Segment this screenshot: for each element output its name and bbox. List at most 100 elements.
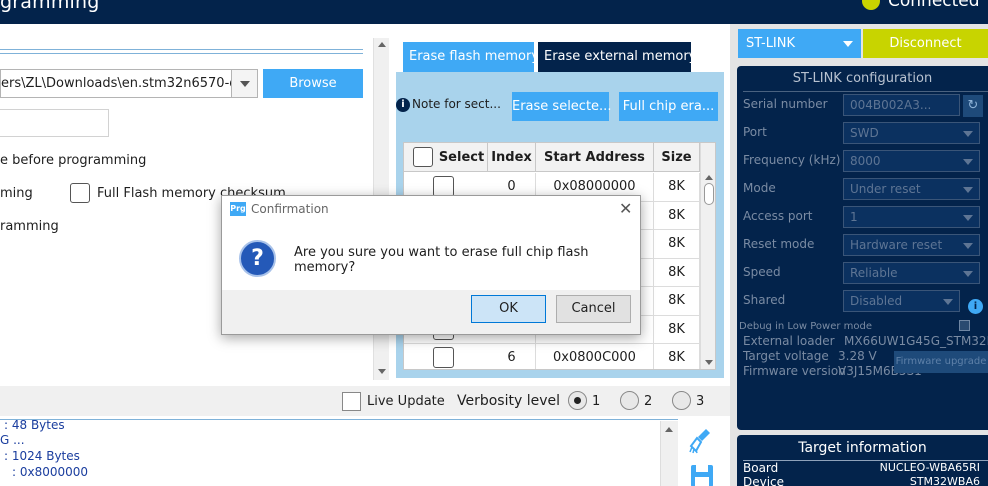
title-bar: gramming Connected <box>0 0 988 24</box>
config-field-label: Port <box>743 125 767 139</box>
table-header: Select Index Start Address Size <box>404 143 715 172</box>
config-field-label: Mode <box>743 181 776 195</box>
divider <box>0 53 363 54</box>
config-field-select[interactable]: Disabled <box>843 290 960 312</box>
connection-status: Connected <box>888 0 980 11</box>
index-cell: 6 <box>488 344 536 369</box>
info-icon[interactable]: i <box>968 299 983 314</box>
erase-selected-button[interactable]: Erase selecte... <box>512 92 611 121</box>
full-checksum-checkbox[interactable] <box>70 183 90 203</box>
size-cell: 8K <box>654 258 700 287</box>
scroll-up-icon[interactable] <box>378 42 386 47</box>
probe-select[interactable]: ST-LINK <box>738 29 861 58</box>
column-header: Index <box>488 143 536 172</box>
question-icon: ? <box>239 240 276 277</box>
debug-low-power-label: Debug in Low Power mode <box>739 321 873 332</box>
verbosity-radio-1[interactable] <box>568 391 587 410</box>
divider <box>743 91 988 92</box>
firmware-version-label: Firmware version <box>743 364 846 378</box>
disconnect-button[interactable]: Disconnect <box>863 29 988 58</box>
scroll-down-icon[interactable] <box>705 360 713 365</box>
target-voltage-label: Target voltage <box>743 349 829 363</box>
verbosity-radio-2[interactable] <box>620 391 639 410</box>
config-field-select[interactable]: 004B002A3... <box>843 94 960 116</box>
cancel-button[interactable]: Cancel <box>556 295 631 323</box>
device-label: Device <box>743 475 785 486</box>
config-field-select[interactable]: SWD <box>843 122 980 144</box>
config-field-value: SWD <box>850 126 879 140</box>
clear-log-icon[interactable] <box>688 426 716 454</box>
table-scrollbar[interactable] <box>700 143 715 369</box>
live-update-checkbox[interactable] <box>342 392 361 411</box>
board-label: Board <box>743 461 779 475</box>
chevron-down-icon[interactable] <box>231 70 257 97</box>
config-field-select[interactable]: 8000 <box>843 150 980 172</box>
full-chip-erase-button[interactable]: Full chip era... <box>619 92 718 121</box>
chevron-down-icon <box>963 131 973 137</box>
config-field-select[interactable]: Reliable <box>843 262 980 284</box>
chevron-down-icon <box>843 41 853 47</box>
file-path-combo[interactable]: ers\ZL\Downloads\en.stm32n6570-dk- <box>0 69 258 98</box>
dialog-title-bar: Prg Confirmation ✕ <box>222 196 640 222</box>
target-voltage-value: 3.28 V <box>838 349 877 363</box>
verbosity-radio-label: 2 <box>644 394 653 409</box>
sector-note: Note for sect... <box>412 97 501 111</box>
column-header: Select <box>436 143 488 172</box>
file-path-value: ers\ZL\Downloads\en.stm32n6570-dk- <box>1 76 250 91</box>
page-title: gramming <box>0 0 100 13</box>
config-field-select[interactable]: Under reset <box>843 178 980 200</box>
board-value: NUCLEO-WBA65RI <box>879 461 980 474</box>
connection-status-icon <box>862 0 880 10</box>
column-header: Start Address <box>536 143 654 172</box>
config-field-label: Speed <box>743 265 781 279</box>
config-field-select[interactable]: 1 <box>843 206 980 228</box>
config-field-value: Hardware reset <box>850 238 943 252</box>
confirmation-dialog: Prg Confirmation ✕ ? Are you sure you wa… <box>221 195 641 335</box>
address-cell: 0x0800C000 <box>536 344 654 369</box>
debug-low-power-checkbox[interactable] <box>959 320 970 331</box>
verbosity-radio-3[interactable] <box>672 391 691 410</box>
config-field-select[interactable]: Hardware reset <box>843 234 980 256</box>
config-field-value: Under reset <box>850 182 921 196</box>
log-controls: Live Update Verbosity level 1 2 3 <box>0 386 730 416</box>
info-icon[interactable]: i <box>396 98 410 112</box>
start-address-input[interactable] <box>0 109 109 137</box>
log-console[interactable]: : 48 Bytes G ... : 1024 Bytes : 0x800000… <box>0 418 678 486</box>
scroll-down-icon[interactable] <box>378 369 386 374</box>
config-title: ST-LINK configuration <box>792 71 933 86</box>
close-icon[interactable]: ✕ <box>619 199 632 218</box>
chevron-down-icon <box>963 271 973 277</box>
chevron-down-icon <box>963 187 973 193</box>
scroll-up-icon[interactable] <box>665 427 673 432</box>
save-log-icon[interactable] <box>688 462 716 486</box>
verbosity-radio-label: 1 <box>592 394 601 409</box>
external-loader-value: MX66UW1G45G_STM32N... <box>844 334 988 348</box>
size-cell: 8K <box>654 230 700 258</box>
tab-erase-flash[interactable]: Erase flash memory <box>403 42 539 72</box>
config-field-value: 1 <box>850 210 858 224</box>
tab-erase-external[interactable]: Erase external memory <box>538 42 696 72</box>
row-select-checkbox[interactable] <box>433 176 454 197</box>
chevron-down-icon <box>963 215 973 221</box>
log-scrollbar[interactable] <box>660 421 678 486</box>
size-cell: 8K <box>654 344 700 369</box>
stlink-configuration: ST-LINK configuration Serial number 004B0… <box>737 66 988 430</box>
config-field-value: 8000 <box>850 154 881 168</box>
size-cell: 8K <box>654 287 700 315</box>
ok-button[interactable]: OK <box>471 295 546 323</box>
verbosity-radio-label: 3 <box>696 394 705 409</box>
scroll-thumb[interactable] <box>704 183 714 205</box>
log-line: : 1024 Bytes <box>4 449 80 463</box>
select-all-checkbox[interactable] <box>413 147 433 167</box>
config-field-label: Access port <box>743 209 813 223</box>
config-field-value: 004B002A3... <box>850 98 932 112</box>
firmware-upgrade-button[interactable]: Firmware upgrade <box>894 351 988 373</box>
browse-button[interactable]: Browse <box>263 69 363 98</box>
target-title: Target information <box>798 440 927 456</box>
row-select-checkbox[interactable] <box>433 347 454 368</box>
scroll-up-icon[interactable] <box>705 175 713 180</box>
table-row[interactable]: 6 0x0800C000 8K <box>404 344 702 369</box>
size-cell: 8K <box>654 173 700 201</box>
refresh-icon[interactable]: ↻ <box>963 95 983 117</box>
option-label: ramming <box>0 219 59 234</box>
